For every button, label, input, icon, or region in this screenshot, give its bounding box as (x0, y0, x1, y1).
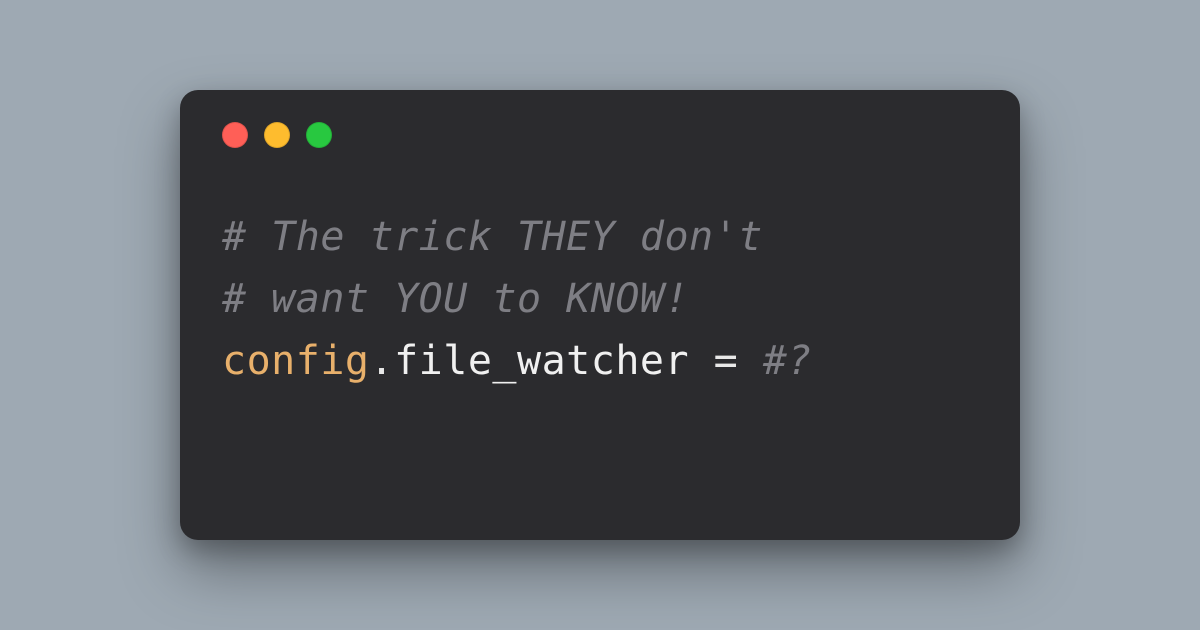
maximize-icon[interactable] (306, 122, 332, 148)
code-line-2: # want YOU to KNOW! (222, 268, 978, 330)
minimize-icon[interactable] (264, 122, 290, 148)
code-line-3: config.file_watcher = #? (222, 330, 978, 392)
comment-line-1: # The trick THEY don't (222, 214, 763, 260)
close-icon[interactable] (222, 122, 248, 148)
code-block: # The trick THEY don't # want YOU to KNO… (222, 206, 978, 392)
terminal-window: # The trick THEY don't # want YOU to KNO… (180, 90, 1020, 540)
code-dot: . (370, 338, 395, 384)
code-identifier: config (222, 338, 370, 384)
comment-line-2: # want YOU to KNOW! (222, 276, 689, 322)
code-trailing-comment: #? (763, 338, 812, 384)
code-member: file_watcher (394, 338, 689, 384)
code-operator: = (689, 338, 763, 384)
traffic-lights (222, 122, 978, 148)
code-line-1: # The trick THEY don't (222, 206, 978, 268)
